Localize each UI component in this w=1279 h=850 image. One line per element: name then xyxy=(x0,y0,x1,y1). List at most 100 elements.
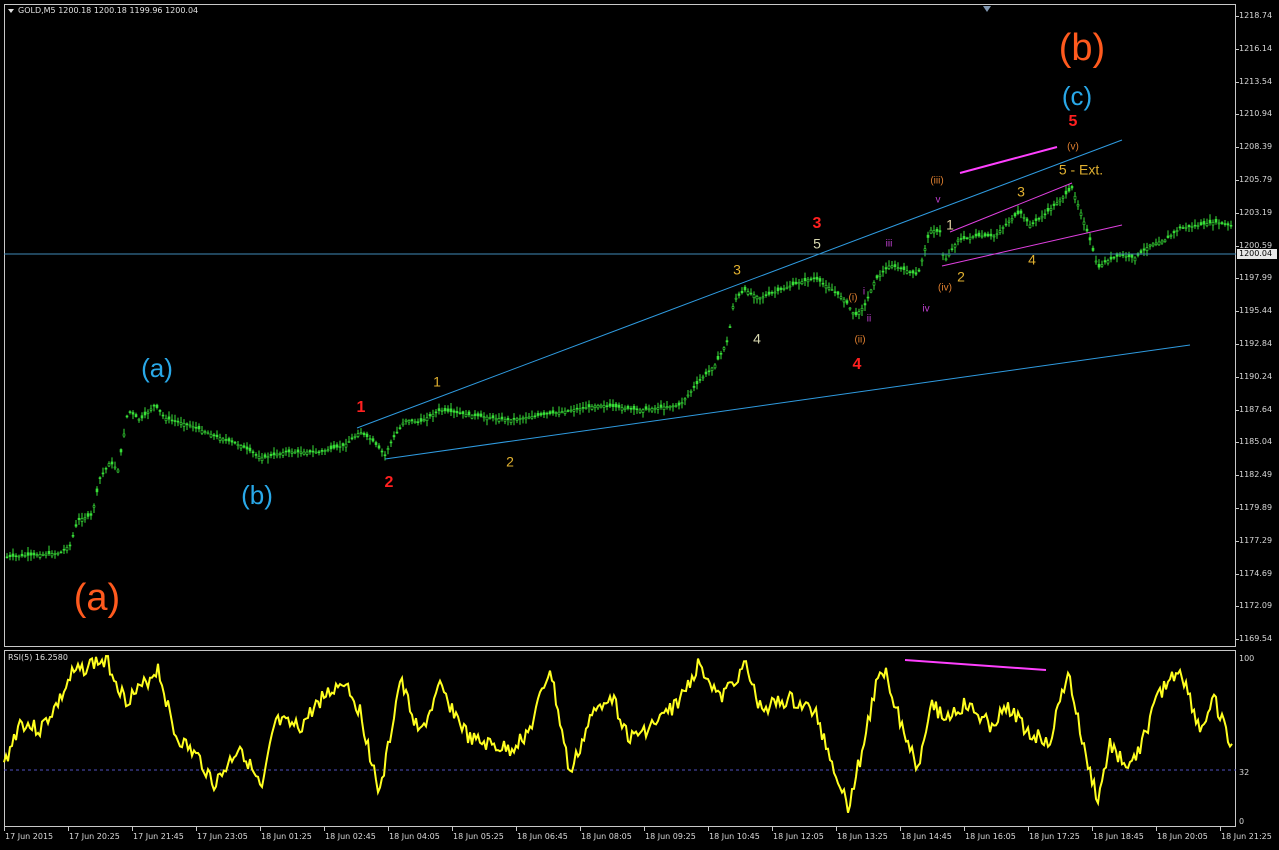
candle-body xyxy=(1064,190,1068,195)
dropdown-arrow-icon[interactable] xyxy=(8,8,14,13)
candle-body xyxy=(248,447,252,452)
candle-body xyxy=(941,254,945,256)
candle-body xyxy=(1175,230,1179,232)
candle-body xyxy=(209,433,213,438)
candle-body xyxy=(404,419,408,422)
candle-body xyxy=(692,385,696,388)
candle-body xyxy=(509,419,513,423)
candle-body xyxy=(1214,218,1218,223)
candle-body xyxy=(1043,213,1047,216)
candle-body xyxy=(164,417,168,422)
wave-label: 5 xyxy=(813,236,821,252)
candle-body xyxy=(749,292,753,295)
time-tick xyxy=(4,827,5,831)
price-tick-label: 1174.69 xyxy=(1239,568,1273,578)
candle-body xyxy=(173,420,177,422)
candle-body xyxy=(260,457,264,461)
candle-body xyxy=(485,416,489,421)
chart-shift-marker-icon[interactable] xyxy=(983,6,991,12)
candle-body xyxy=(848,307,852,310)
candle-body xyxy=(950,248,954,251)
candle-body xyxy=(89,513,93,516)
candle-body xyxy=(779,287,783,290)
time-tick xyxy=(964,827,965,831)
candle-body xyxy=(743,286,747,291)
candle-body xyxy=(254,454,258,456)
candle-body xyxy=(626,405,630,409)
candle-body xyxy=(662,406,666,410)
candle-body xyxy=(638,409,642,413)
candle-body xyxy=(242,445,246,448)
candle-body xyxy=(392,435,396,438)
wave-label: (iii) xyxy=(930,176,943,187)
candle-body xyxy=(680,402,684,405)
candle-body xyxy=(179,422,183,425)
candle-body xyxy=(1169,234,1173,237)
candle-body xyxy=(227,438,231,442)
candle-body xyxy=(440,410,444,412)
candle-body xyxy=(818,278,822,282)
candle-body xyxy=(290,451,294,454)
candle-body xyxy=(197,425,201,430)
candle-body xyxy=(86,513,90,517)
candle-body xyxy=(974,233,978,237)
candle-body xyxy=(1067,187,1071,192)
wave-label: iii xyxy=(886,239,893,250)
candle-body xyxy=(659,404,663,408)
candle-body xyxy=(980,235,984,238)
candle-body xyxy=(431,413,435,417)
candle-body xyxy=(956,239,960,242)
candle-body xyxy=(206,432,210,435)
candle-body xyxy=(203,431,207,433)
candle-body xyxy=(668,405,672,409)
candle-body xyxy=(887,265,891,269)
candle-body xyxy=(1139,250,1143,254)
candle-body xyxy=(863,303,867,306)
candle-body xyxy=(1055,202,1059,205)
candle-body xyxy=(239,445,243,449)
candle-body xyxy=(1223,223,1227,225)
candle-body xyxy=(1145,247,1149,251)
candle-body xyxy=(824,285,828,289)
candle-body xyxy=(653,407,657,410)
candle-body xyxy=(320,449,324,452)
lower-trendline xyxy=(384,344,1191,460)
candle-body xyxy=(122,433,126,437)
candle-body xyxy=(902,266,906,270)
candle-body xyxy=(152,404,156,407)
candle-body xyxy=(875,275,879,279)
candle-body xyxy=(56,552,60,555)
candle-body xyxy=(1166,235,1170,238)
candle-body xyxy=(107,463,111,467)
candle-body xyxy=(923,248,927,251)
candle-body xyxy=(1061,196,1065,199)
candle-body xyxy=(263,454,267,458)
candle-body xyxy=(944,258,948,261)
candle-body xyxy=(788,285,792,288)
candle-body xyxy=(935,228,939,232)
time-tick xyxy=(580,827,581,831)
candle-body xyxy=(245,446,249,450)
candle-body xyxy=(1148,244,1152,247)
candle-body xyxy=(365,433,369,437)
candle-body xyxy=(995,233,999,236)
candle-body xyxy=(251,451,255,454)
wave-label: 2 xyxy=(385,474,394,491)
candle-body xyxy=(407,420,411,423)
candle-body xyxy=(725,340,729,343)
candle-body xyxy=(836,291,840,295)
time-tick-label: 18 Jun 13:25 xyxy=(837,832,888,841)
candle-body xyxy=(542,412,546,415)
candle-body xyxy=(1016,210,1020,214)
time-tick-label: 18 Jun 05:25 xyxy=(453,832,504,841)
candle-body xyxy=(608,403,612,407)
rsi-tick-label: 100 xyxy=(1239,654,1255,663)
candle-body xyxy=(572,409,576,412)
candle-body xyxy=(191,426,195,429)
candle-body xyxy=(1022,216,1026,219)
candle-body xyxy=(344,443,348,448)
candle-body xyxy=(770,292,774,294)
candle-body xyxy=(371,438,375,442)
candle-body xyxy=(1190,226,1194,228)
candle-body xyxy=(752,294,756,299)
